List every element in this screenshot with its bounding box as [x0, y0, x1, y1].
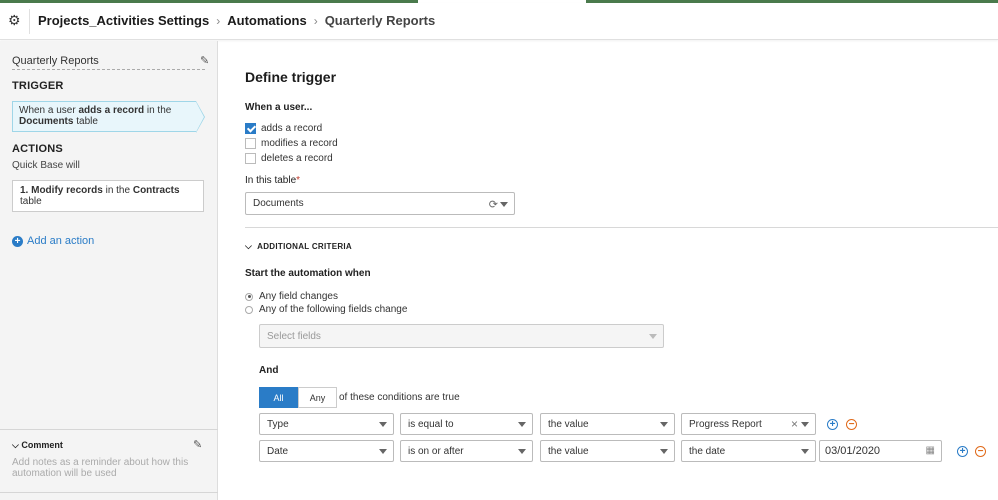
chevron-right-icon: › [313, 13, 318, 28]
match-any-button[interactable]: Any [298, 387, 337, 408]
actions-subtitle: Quick Base will [12, 160, 80, 171]
trigger-card[interactable]: When a user adds a record in the Documen… [12, 101, 205, 133]
condition-operator-select[interactable]: is on or after [400, 440, 533, 462]
breadcrumb-automations[interactable]: Automations [227, 13, 306, 28]
breadcrumb-current: Quarterly Reports [324, 13, 436, 28]
caret-down-icon [649, 334, 657, 339]
condition-compare-select[interactable]: the value [540, 413, 675, 435]
event-option-delete[interactable]: deletes a record [245, 153, 333, 164]
match-suffix: of these conditions are true [339, 392, 460, 403]
start-option-any-field[interactable]: Any field changes [245, 291, 338, 302]
page-title: Define trigger [245, 69, 337, 85]
comment-section: ⌵ Comment ✎ Add notes as a reminder abou… [0, 429, 218, 500]
add-condition-icon[interactable]: + [957, 446, 968, 457]
section-divider [245, 227, 998, 228]
action-card[interactable]: 1. Modify records in the Contracts table [12, 180, 204, 212]
match-all-button[interactable]: All [259, 387, 298, 408]
comment-input[interactable]: Add notes as a reminder about how this a… [12, 457, 197, 479]
when-label: When a user... [245, 102, 313, 113]
main-panel: Define trigger When a user... adds a rec… [219, 41, 998, 500]
start-option-following-fields[interactable]: Any of the following fields change [245, 304, 407, 315]
chevron-down-icon: ⌵ [12, 440, 19, 450]
and-label: And [259, 365, 279, 376]
checkbox-icon[interactable] [245, 153, 256, 164]
caret-down-icon [660, 449, 668, 454]
event-option-modify[interactable]: modifies a record [245, 138, 338, 149]
radio-selected-icon[interactable] [245, 292, 253, 301]
header-divider [29, 9, 30, 34]
left-sidebar: Quarterly Reports ✎ TRIGGER When a user … [0, 41, 218, 500]
caret-down-icon [801, 449, 809, 454]
condition-field-select[interactable]: Date [259, 440, 394, 462]
condition-compare-select[interactable]: the value [540, 440, 675, 462]
caret-down-icon [518, 449, 526, 454]
caret-down-icon [379, 449, 387, 454]
gear-icon[interactable]: ⚙ [8, 13, 22, 27]
condition-value-select[interactable]: Progress Report × [681, 413, 816, 435]
trigger-heading: TRIGGER [12, 80, 64, 92]
caret-down-icon [660, 422, 668, 427]
condition-value-select[interactable]: the date [681, 440, 816, 462]
caret-down-icon [801, 422, 809, 427]
chevron-right-icon: › [216, 13, 221, 28]
radio-icon[interactable] [245, 305, 253, 314]
automation-name[interactable]: Quarterly Reports [12, 55, 205, 70]
condition-operator-select[interactable]: is equal to [400, 413, 533, 435]
add-condition-icon[interactable]: + [827, 419, 838, 430]
select-fields-dropdown[interactable]: Select fields [259, 324, 664, 348]
match-toggle: All Any [259, 387, 337, 408]
sidebar-footer [0, 492, 218, 500]
calendar-icon[interactable]: ▦ [926, 445, 935, 456]
event-option-add[interactable]: adds a record [245, 123, 322, 134]
additional-criteria-toggle[interactable]: ⌵ ADDITIONAL CRITERIA [245, 241, 352, 252]
actions-heading: ACTIONS [12, 143, 63, 155]
table-label: In this table* [245, 175, 301, 186]
remove-condition-icon[interactable]: − [975, 446, 986, 457]
refresh-icon[interactable]: ⟳ [489, 198, 498, 211]
checkbox-icon[interactable] [245, 138, 256, 149]
start-label: Start the automation when [245, 268, 371, 279]
close-icon[interactable]: × [791, 417, 798, 431]
top-header: ⚙ Projects_Activities Settings › Automat… [0, 3, 998, 40]
pencil-icon[interactable]: ✎ [193, 438, 202, 451]
caret-down-icon [500, 201, 508, 207]
breadcrumb-settings[interactable]: Projects_Activities Settings [38, 13, 209, 28]
plus-circle-icon: + [12, 235, 23, 247]
pencil-icon[interactable]: ✎ [200, 54, 209, 67]
caret-down-icon [379, 422, 387, 427]
breadcrumb: Projects_Activities Settings › Automatio… [38, 13, 435, 28]
chevron-down-icon: ⌵ [245, 241, 253, 251]
comment-heading[interactable]: ⌵ Comment [12, 440, 63, 451]
add-action-button[interactable]: + Add an action [12, 235, 94, 247]
condition-field-select[interactable]: Type [259, 413, 394, 435]
remove-condition-icon[interactable]: − [846, 419, 857, 430]
table-select[interactable]: Documents ⟳ [245, 192, 515, 215]
caret-down-icon [518, 422, 526, 427]
date-input[interactable]: 03/01/2020 ▦ [819, 440, 942, 462]
checkbox-checked-icon[interactable] [245, 123, 256, 134]
